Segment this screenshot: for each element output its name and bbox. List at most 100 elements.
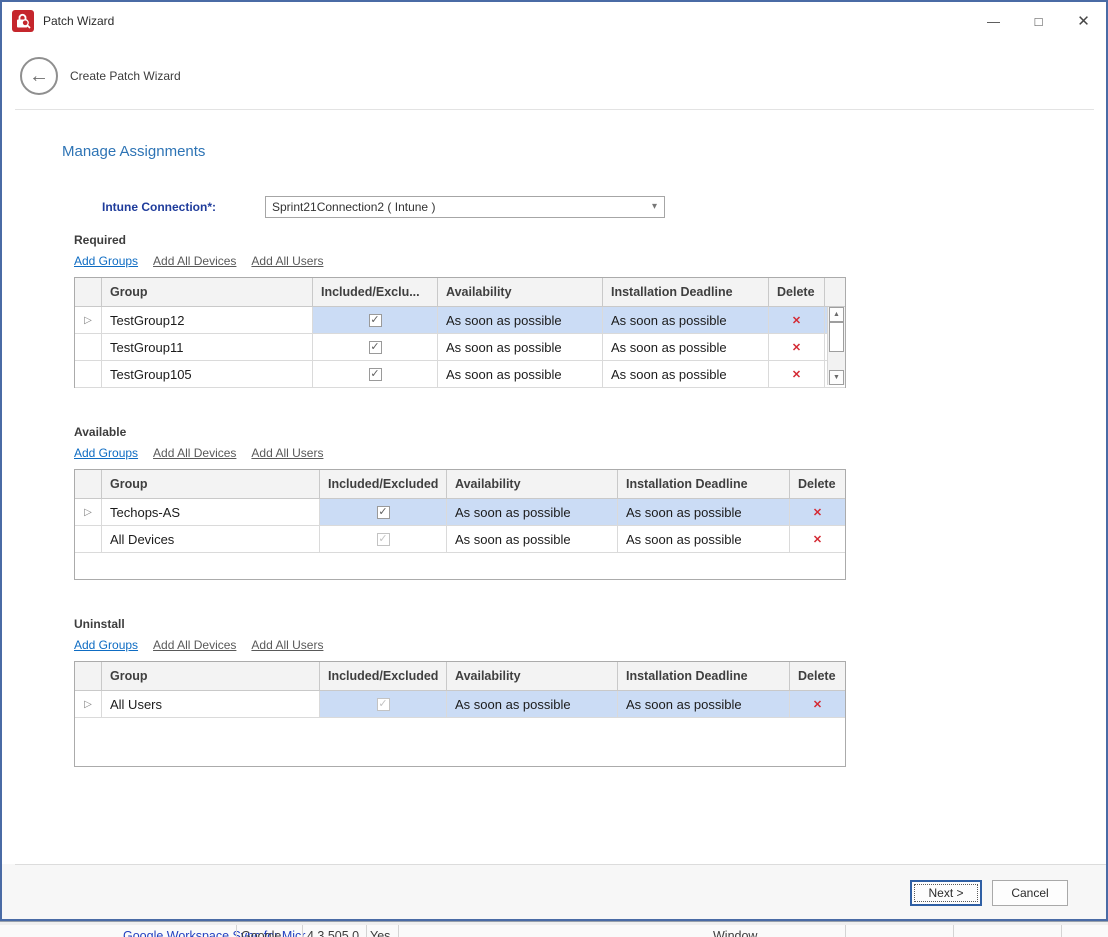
back-button[interactable]: ←: [20, 57, 58, 95]
background-grid-text: Google: [241, 929, 281, 937]
add-groups-link[interactable]: Add Groups: [74, 638, 138, 652]
next-button[interactable]: Next >: [910, 880, 982, 906]
vertical-scrollbar[interactable]: ▲▼: [827, 307, 845, 385]
installation-deadline-cell: As soon as possible: [603, 361, 769, 387]
installation-deadline-cell: As soon as possible: [603, 334, 769, 360]
delete-button[interactable]: ✕: [792, 341, 801, 354]
column-header-included-excluded: Included/Excluded: [320, 470, 447, 498]
included-checkbox: ✓: [377, 533, 390, 546]
add-all-users-link[interactable]: Add All Users: [251, 446, 323, 460]
window-controls: — □ ✕: [971, 2, 1106, 40]
table-row[interactable]: TestGroup105✓As soon as possibleAs soon …: [75, 361, 845, 388]
assignment-section-uninstall: Uninstall Add Groups Add All Devices Add Al…: [74, 617, 1106, 767]
wizard-header: ← Create Patch Wizard: [2, 40, 1106, 107]
table-row[interactable]: All Devices✓As soon as possibleAs soon a…: [75, 526, 845, 553]
row-expander-cell: [75, 334, 102, 360]
cancel-button[interactable]: Cancel: [992, 880, 1068, 906]
header-divider: [15, 109, 1094, 110]
availability-cell: As soon as possible: [447, 691, 618, 717]
delete-button[interactable]: ✕: [813, 506, 822, 519]
background-column-separator: [953, 925, 954, 937]
column-header-availability: Availability: [438, 278, 603, 306]
delete-cell: ✕: [790, 499, 845, 525]
add-all-users-link[interactable]: Add All Users: [251, 638, 323, 652]
background-column-separator: [398, 925, 399, 937]
background-column-separator: [236, 925, 237, 937]
grid-header-row: GroupIncluded/ExcludedAvailabilityInstal…: [75, 662, 845, 691]
minimize-icon[interactable]: —: [971, 2, 1016, 40]
background-grid-row: Google Workspace Sync for MicrGoogle4.3.…: [0, 925, 1108, 937]
background-column-separator: [845, 925, 846, 937]
patch-wizard-window: Patch Wizard — □ ✕ ← Create Patch Wizard…: [0, 0, 1108, 921]
delete-button[interactable]: ✕: [813, 698, 822, 711]
delete-cell: ✕: [790, 691, 845, 717]
scroll-down-icon[interactable]: ▼: [829, 370, 844, 385]
table-row[interactable]: TestGroup11✓As soon as possibleAs soon a…: [75, 334, 845, 361]
back-arrow-icon: ←: [29, 65, 49, 88]
row-expander-icon[interactable]: ▷: [84, 507, 92, 518]
maximize-icon[interactable]: □: [1016, 2, 1061, 40]
row-expander-cell: [75, 361, 102, 387]
scroll-up-icon[interactable]: ▲: [829, 307, 844, 322]
add-groups-link[interactable]: Add Groups: [74, 254, 138, 268]
page-title: Manage Assignments: [62, 143, 1106, 160]
availability-cell: As soon as possible: [438, 361, 603, 387]
intune-connection-value: Sprint21Connection2 ( Intune ): [272, 200, 435, 214]
group-cell: TestGroup12: [102, 307, 313, 333]
availability-cell: As soon as possible: [438, 307, 603, 333]
table-row[interactable]: ▷All Users✓As soon as possibleAs soon as…: [75, 691, 845, 718]
delete-button[interactable]: ✕: [813, 533, 822, 546]
included-checkbox[interactable]: ✓: [369, 368, 382, 381]
delete-button[interactable]: ✕: [792, 368, 801, 381]
background-grid-text: Yes: [370, 929, 390, 937]
availability-cell: As soon as possible: [447, 526, 618, 552]
column-header-gutter: [825, 278, 845, 306]
installation-deadline-cell: As soon as possible: [618, 691, 790, 717]
installation-deadline-cell: As soon as possible: [618, 526, 790, 552]
column-header-delete: Delete: [769, 278, 825, 306]
assignments-grid: GroupIncluded/Exclu...AvailabilityInstal…: [74, 277, 846, 388]
add-all-devices-link[interactable]: Add All Devices: [153, 446, 236, 460]
background-window-sliver: Google Workspace Sync for MicrGoogle4.3.…: [0, 921, 1108, 937]
grid-header-row: GroupIncluded/Exclu...AvailabilityInstal…: [75, 278, 845, 307]
group-cell: TestGroup11: [102, 334, 313, 360]
group-cell: Techops-AS: [102, 499, 320, 525]
included-cell: ✓: [320, 499, 447, 525]
add-all-devices-link[interactable]: Add All Devices: [153, 254, 236, 268]
row-expander-icon[interactable]: ▷: [84, 315, 92, 326]
column-header-included-excluded: Included/Excluded: [320, 662, 447, 690]
included-checkbox[interactable]: ✓: [369, 314, 382, 327]
group-cell: All Users: [102, 691, 320, 717]
included-cell: ✓: [313, 361, 438, 387]
table-row[interactable]: ▷Techops-AS✓As soon as possibleAs soon a…: [75, 499, 845, 526]
close-icon[interactable]: ✕: [1061, 2, 1106, 40]
column-header-group: Group: [102, 470, 320, 498]
intune-connection-label: Intune Connection*:: [102, 200, 265, 214]
add-groups-link[interactable]: Add Groups: [74, 446, 138, 460]
delete-cell: ✕: [790, 526, 845, 552]
delete-button[interactable]: ✕: [792, 314, 801, 327]
column-header-expander: [75, 470, 102, 498]
page-content: Manage Assignments Intune Connection*: S…: [2, 143, 1106, 767]
delete-cell: ✕: [769, 307, 825, 333]
column-header-installation-deadline: Installation Deadline: [618, 470, 790, 498]
included-checkbox[interactable]: ✓: [369, 341, 382, 354]
availability-cell: As soon as possible: [447, 499, 618, 525]
delete-cell: ✕: [769, 334, 825, 360]
section-title: Uninstall: [74, 617, 1106, 631]
row-expander-cell: ▷: [75, 499, 102, 525]
background-grid-text: 4.3.505.0: [307, 929, 359, 937]
patch-lock-icon: [12, 10, 34, 32]
add-all-users-link[interactable]: Add All Users: [251, 254, 323, 268]
assignments-grid: GroupIncluded/ExcludedAvailabilityInstal…: [74, 469, 846, 580]
add-all-devices-link[interactable]: Add All Devices: [153, 638, 236, 652]
column-header-availability: Availability: [447, 470, 618, 498]
included-checkbox[interactable]: ✓: [377, 506, 390, 519]
delete-cell: ✕: [769, 361, 825, 387]
title-bar: Patch Wizard — □ ✕: [2, 2, 1106, 40]
intune-connection-dropdown[interactable]: Sprint21Connection2 ( Intune ) ▾: [265, 196, 665, 218]
table-row[interactable]: ▷TestGroup12✓As soon as possibleAs soon …: [75, 307, 845, 334]
footer-divider: [15, 864, 1106, 865]
row-expander-icon[interactable]: ▷: [84, 699, 92, 710]
scrollbar-thumb[interactable]: [829, 322, 844, 352]
